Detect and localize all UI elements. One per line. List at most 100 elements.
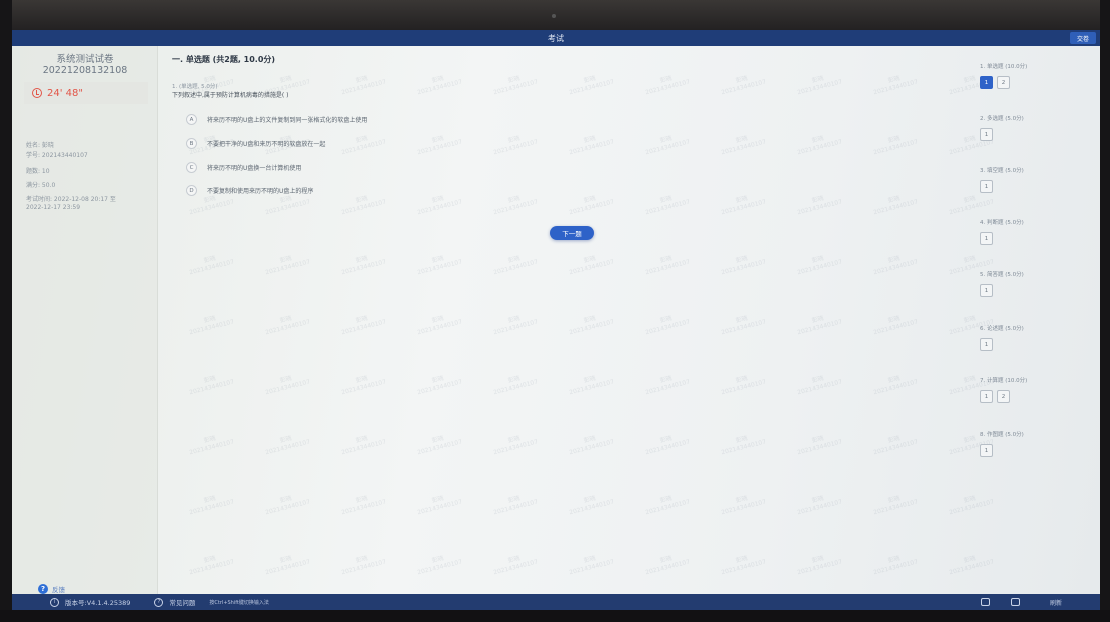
watermark-text: 彭晓 202143440107 bbox=[415, 131, 463, 158]
watermark-id: 202143440107 bbox=[720, 378, 767, 397]
nav-question-cell[interactable]: 1 bbox=[980, 284, 993, 297]
watermark-name: 彭晓 bbox=[507, 74, 521, 85]
watermark-id: 202143440107 bbox=[568, 78, 615, 97]
watermark-text: 彭晓 202143440107 bbox=[719, 251, 767, 278]
watermark-text: 彭晓 202143440107 bbox=[795, 191, 843, 218]
watermark-id: 202143440107 bbox=[492, 78, 539, 97]
watermark-text: 彭晓 202143440107 bbox=[263, 371, 311, 398]
watermark-name: 彭晓 bbox=[811, 494, 825, 505]
nav-question-cell[interactable]: 1 bbox=[980, 444, 993, 457]
watermark-text: 彭晓 202143440107 bbox=[643, 71, 691, 98]
watermark-name: 彭晓 bbox=[735, 194, 749, 205]
watermark-name: 彭晓 bbox=[355, 254, 369, 265]
watermark-name: 彭晓 bbox=[735, 494, 749, 505]
nav-question-cell[interactable]: 1 bbox=[980, 232, 993, 245]
watermark-id: 202143440107 bbox=[796, 78, 843, 97]
nav-question-cell[interactable]: 1 bbox=[980, 76, 993, 89]
watermark-text: 彭晓 202143440107 bbox=[339, 371, 387, 398]
watermark-text: 彭晓 202143440107 bbox=[339, 191, 387, 218]
watermark-id: 202143440107 bbox=[416, 378, 463, 397]
watermark-name: 彭晓 bbox=[279, 494, 293, 505]
nav-question-cell[interactable]: 1 bbox=[980, 390, 993, 403]
watermark-text: 彭晓 202143440107 bbox=[491, 191, 539, 218]
watermark-text: 彭晓 202143440107 bbox=[339, 131, 387, 158]
watermark-text: 彭晓 202143440107 bbox=[263, 311, 311, 338]
watermark-name: 彭晓 bbox=[811, 554, 825, 565]
watermark-id: 202143440107 bbox=[492, 498, 539, 517]
watermark-name: 彭晓 bbox=[507, 254, 521, 265]
nav-question-cell[interactable]: 1 bbox=[980, 128, 993, 141]
watermark-text: 彭晓 202143440107 bbox=[339, 431, 387, 458]
watermark-text: 彭晓 202143440107 bbox=[643, 491, 691, 518]
watermark-text: 彭晓 202143440107 bbox=[643, 131, 691, 158]
watermark-name: 彭晓 bbox=[203, 494, 217, 505]
watermark-id: 202143440107 bbox=[264, 558, 311, 577]
watermark-name: 彭晓 bbox=[887, 74, 901, 85]
watermark-name: 彭晓 bbox=[811, 314, 825, 325]
option-d[interactable]: D 不要复制和使用来历不明的U盘上的程序 bbox=[186, 185, 313, 196]
watermark-name: 彭晓 bbox=[203, 254, 217, 265]
watermark-name: 彭晓 bbox=[583, 314, 597, 325]
option-text: 将来历不明的U盘换一台计算机使用 bbox=[207, 165, 302, 172]
nav-question-cell[interactable]: 2 bbox=[997, 76, 1010, 89]
countdown-timer: 24' 48" bbox=[24, 82, 148, 104]
watermark-name: 彭晓 bbox=[811, 134, 825, 145]
option-b[interactable]: B 不要把干净的U盘和来历不明的软盘放在一起 bbox=[186, 138, 325, 149]
refresh-button[interactable]: 刷新 bbox=[1050, 598, 1062, 607]
feedback-button[interactable]: ? 反馈 bbox=[38, 584, 65, 594]
nav-cells: 1 bbox=[980, 338, 1090, 351]
watermark-id: 202143440107 bbox=[568, 378, 615, 397]
watermark-id: 202143440107 bbox=[188, 558, 235, 577]
watermark-id: 202143440107 bbox=[796, 198, 843, 217]
nav-question-cell[interactable]: 2 bbox=[997, 390, 1010, 403]
watermark-text: 彭晓 202143440107 bbox=[339, 71, 387, 98]
watermark-name: 彭晓 bbox=[431, 194, 445, 205]
watermark-text: 彭晓 202143440107 bbox=[643, 191, 691, 218]
exam-info-panel: 系统测试试卷 20221208132108 24' 48" 姓名: 彭晓 学号:… bbox=[12, 46, 158, 594]
nav-section-label: 2. 多选题 (5.0分) bbox=[980, 116, 1024, 122]
watermark-name: 彭晓 bbox=[659, 554, 673, 565]
watermark-text: 彭晓 202143440107 bbox=[415, 71, 463, 98]
watermark-id: 202143440107 bbox=[492, 378, 539, 397]
watermark-text: 彭晓 202143440107 bbox=[567, 551, 615, 578]
watermark-text: 彭晓 202143440107 bbox=[491, 371, 539, 398]
student-id: 学号: 202143440107 bbox=[26, 152, 88, 159]
watermark-name: 彭晓 bbox=[355, 374, 369, 385]
watermark-name: 彭晓 bbox=[431, 134, 445, 145]
watermark-name: 彭晓 bbox=[659, 194, 673, 205]
submit-exam-button[interactable]: 交卷 bbox=[1069, 32, 1096, 44]
camera-dot bbox=[552, 14, 556, 18]
watermark-name: 彭晓 bbox=[355, 554, 369, 565]
window-icon[interactable] bbox=[1011, 598, 1020, 606]
watermark-id: 202143440107 bbox=[492, 258, 539, 277]
option-c[interactable]: C 将来历不明的U盘换一台计算机使用 bbox=[186, 162, 301, 173]
option-letter: A bbox=[186, 114, 197, 125]
watermark-id: 202143440107 bbox=[796, 318, 843, 337]
nav-section-label: 5. 简答题 (5.0分) bbox=[980, 272, 1024, 278]
watermark-name: 彭晓 bbox=[355, 434, 369, 445]
watermark-text: 彭晓 202143440107 bbox=[491, 251, 539, 278]
watermark-id: 202143440107 bbox=[568, 318, 615, 337]
nav-question-cell[interactable]: 1 bbox=[980, 338, 993, 351]
watermark-id: 202143440107 bbox=[872, 78, 919, 97]
paper-name: 系统测试试卷 bbox=[56, 54, 114, 65]
watermark-id: 202143440107 bbox=[872, 138, 919, 157]
watermark-name: 彭晓 bbox=[583, 134, 597, 145]
watermark-id: 202143440107 bbox=[264, 198, 311, 217]
nav-question-cell[interactable]: 1 bbox=[980, 180, 993, 193]
nav-section-label: 3. 填空题 (5.0分) bbox=[980, 168, 1024, 174]
watermark-text: 彭晓 202143440107 bbox=[415, 371, 463, 398]
watermark-name: 彭晓 bbox=[659, 374, 673, 385]
faq-button[interactable]: ? 常见问题 bbox=[154, 597, 195, 607]
rotate-icon[interactable] bbox=[981, 598, 990, 606]
paper-title: 系统测试试卷 20221208132108 bbox=[12, 54, 158, 76]
watermark-text: 彭晓 202143440107 bbox=[567, 191, 615, 218]
watermark-text: 彭晓 202143440107 bbox=[339, 491, 387, 518]
watermark-name: 彭晓 bbox=[431, 494, 445, 505]
watermark-text: 彭晓 202143440107 bbox=[643, 251, 691, 278]
watermark-text: 彭晓 202143440107 bbox=[871, 491, 919, 518]
option-a[interactable]: A 将来历不明的U盘上的文件复制到同一张格式化的软盘上使用 bbox=[186, 114, 367, 125]
watermark-text: 彭晓 202143440107 bbox=[187, 251, 235, 278]
watermark-name: 彭晓 bbox=[431, 254, 445, 265]
next-question-button[interactable]: 下一题 bbox=[550, 226, 594, 240]
